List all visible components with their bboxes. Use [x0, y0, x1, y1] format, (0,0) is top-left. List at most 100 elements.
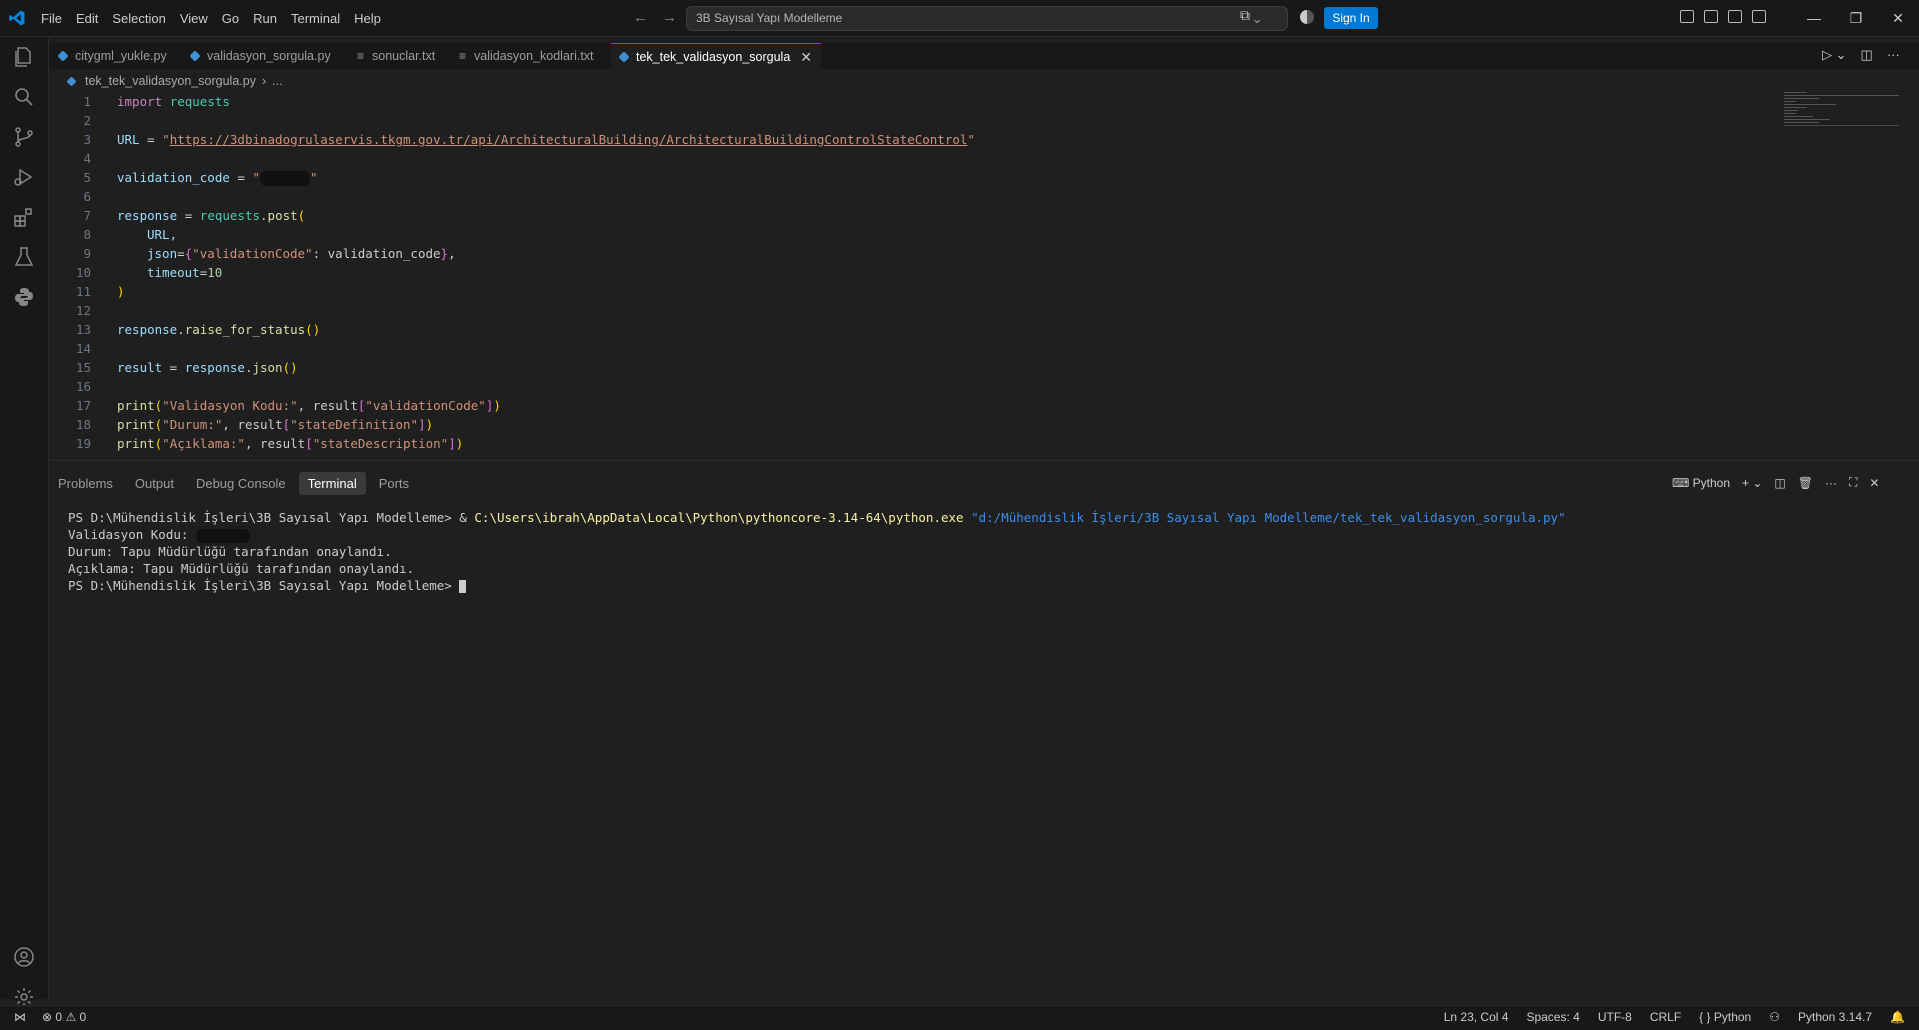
- terminal-line: Durum: Tapu Müdürlüğü tarafından onaylan…: [68, 544, 392, 559]
- status-bar-left: ⋈ ⊗ 0 ⚠ 0: [14, 1010, 86, 1024]
- more-actions-icon[interactable]: ···: [1887, 47, 1900, 63]
- kill-terminal-trash-icon[interactable]: 🗑: [1798, 476, 1813, 490]
- window-controls: — ❐ ✕: [1793, 0, 1919, 36]
- new-terminal-icon[interactable]: + ⌄: [1742, 476, 1762, 490]
- toggle-primary-sidebar-icon[interactable]: [1704, 10, 1718, 23]
- status-bar-right: Ln 23, Col 4 Spaces: 4 UTF-8 CRLF { } Py…: [1444, 1010, 1905, 1024]
- tab-ports[interactable]: Ports: [370, 472, 418, 495]
- tab-label: validasyon_kodlari.txt: [474, 49, 594, 63]
- maximize-panel-icon[interactable]: ⛶: [1849, 475, 1857, 490]
- code-line: result = response.json(): [117, 360, 298, 375]
- tab-validasyon-sorgula[interactable]: validasyon_sorgula.py: [189, 43, 331, 69]
- cursor-position[interactable]: Ln 23, Col 4: [1444, 1010, 1509, 1024]
- tab-terminal[interactable]: Terminal: [298, 471, 366, 495]
- breadcrumb-file[interactable]: tek_tek_validasyon_sorgula.py: [85, 74, 256, 88]
- run-python-file-icon[interactable]: ▷ ⌄: [1822, 47, 1847, 63]
- menu-run[interactable]: Run: [246, 11, 284, 26]
- python-file-icon: [66, 76, 77, 86]
- line-number: 19: [75, 436, 91, 451]
- terminal-line: Validasyon Kodu:: [68, 527, 1566, 544]
- close-panel-icon[interactable]: ✕: [1869, 476, 1879, 490]
- accounts-status-icon[interactable]: [1300, 10, 1314, 24]
- text-file-icon: ≡: [459, 49, 467, 63]
- back-arrow-icon[interactable]: ←: [633, 9, 648, 26]
- forward-arrow-icon[interactable]: →: [662, 9, 677, 26]
- line-number: 17: [75, 398, 91, 413]
- menu-selection[interactable]: Selection: [105, 11, 172, 26]
- menu-file[interactable]: File: [34, 11, 69, 26]
- minimize-icon[interactable]: —: [1793, 0, 1835, 36]
- menu-go[interactable]: Go: [215, 11, 246, 26]
- tab-output[interactable]: Output: [126, 472, 183, 495]
- search-icon[interactable]: [0, 77, 48, 117]
- notifications-bell-icon[interactable]: 🔔: [1890, 1010, 1905, 1024]
- tab-label: sonuclar.txt: [372, 49, 436, 63]
- menu-bar: File Edit Selection View Go Run Terminal…: [34, 0, 388, 36]
- line-number: 11: [75, 284, 91, 299]
- menu-view[interactable]: View: [173, 11, 215, 26]
- code-editor[interactable]: 1 import requests 2 3 URL = "https://3dbin…: [49, 94, 1789, 456]
- terminal-icon: ⌨: [1672, 475, 1693, 490]
- code-line: response = requests.post(: [117, 208, 306, 223]
- copilot-status-icon[interactable]: ⚇: [1769, 1010, 1780, 1024]
- restore-icon[interactable]: ❐: [1835, 0, 1877, 36]
- end-of-line[interactable]: CRLF: [1650, 1010, 1681, 1024]
- toggle-panel-icon[interactable]: [1728, 10, 1742, 23]
- tab-problems[interactable]: Problems: [49, 472, 122, 495]
- copilot-icon[interactable]: ⧉ ⌄: [1240, 7, 1261, 24]
- line-number: 1: [83, 94, 91, 109]
- testing-icon[interactable]: [0, 237, 48, 277]
- code-line: URL,: [147, 227, 178, 242]
- sign-in-button[interactable]: Sign In: [1324, 7, 1378, 29]
- tab-validasyon-kodlari[interactable]: ≡ validasyon_kodlari.txt: [459, 43, 594, 69]
- vscode-logo-icon: [9, 10, 25, 26]
- activity-bar: [0, 37, 49, 1006]
- tab-label: tek_tek_validasyon_sorgula: [636, 50, 791, 64]
- command-center-search[interactable]: 3B Sayısal Yapı Modelleme: [686, 6, 1288, 31]
- customize-layout-icon[interactable]: [1680, 10, 1694, 23]
- problems-status[interactable]: ⊗ 0 ⚠ 0: [42, 1010, 86, 1024]
- python-file-icon: [189, 50, 201, 62]
- accounts-icon[interactable]: [0, 937, 48, 977]
- line-number: 12: [75, 303, 91, 318]
- tab-citygml-yukle[interactable]: citygml_yukle.py: [57, 43, 167, 69]
- menu-help[interactable]: Help: [347, 11, 388, 26]
- tab-sonuclar[interactable]: ≡ sonuclar.txt: [357, 43, 435, 69]
- source-control-icon[interactable]: [0, 117, 48, 157]
- error-icon: ⊗: [42, 1010, 53, 1024]
- chevron-right-icon: ›: [261, 74, 267, 88]
- terminal-profile[interactable]: ⌨ Python: [1672, 476, 1730, 490]
- more-actions-icon[interactable]: ···: [1825, 476, 1837, 490]
- encoding[interactable]: UTF-8: [1598, 1010, 1632, 1024]
- title-bar: File Edit Selection View Go Run Terminal…: [0, 0, 1919, 37]
- close-tab-icon[interactable]: ✕: [800, 49, 812, 66]
- menu-terminal[interactable]: Terminal: [284, 11, 347, 26]
- line-number: 16: [75, 379, 91, 394]
- minimap[interactable]: [1784, 92, 1899, 142]
- line-number: 18: [75, 417, 91, 432]
- menu-edit[interactable]: Edit: [69, 11, 105, 26]
- explorer-icon[interactable]: [0, 37, 48, 77]
- split-terminal-icon[interactable]: ◫: [1774, 476, 1785, 490]
- line-number: 4: [83, 151, 91, 166]
- url-link[interactable]: https://3dbinadogrulaservis.tkgm.gov.tr/…: [170, 132, 968, 147]
- line-number: 10: [75, 265, 91, 280]
- indentation[interactable]: Spaces: 4: [1526, 1010, 1579, 1024]
- python-interpreter[interactable]: Python 3.14.7: [1798, 1010, 1872, 1024]
- split-editor-icon[interactable]: ◫: [1861, 47, 1873, 63]
- code-line: json={"validationCode": validation_code}…: [147, 246, 456, 261]
- tab-tek-tek-validasyon-sorgula[interactable]: tek_tek_validasyon_sorgula ✕: [611, 43, 822, 70]
- terminal-output[interactable]: PS D:\Mühendislik İşleri\3B Sayısal Yapı…: [68, 510, 1566, 595]
- python-icon[interactable]: [0, 277, 48, 317]
- language-mode[interactable]: { } Python: [1699, 1010, 1751, 1024]
- breadcrumb-symbol[interactable]: ...: [272, 74, 282, 88]
- extensions-icon[interactable]: [0, 197, 48, 237]
- toggle-secondary-sidebar-icon[interactable]: [1752, 10, 1766, 23]
- close-window-icon[interactable]: ✕: [1877, 0, 1919, 36]
- panel-sash[interactable]: [49, 460, 1919, 461]
- remote-indicator-icon[interactable]: ⋈: [14, 1010, 26, 1024]
- run-debug-icon[interactable]: [0, 157, 48, 197]
- redacted-value: [260, 171, 310, 186]
- tab-debug-console[interactable]: Debug Console: [187, 472, 295, 495]
- code-line: print("Açıklama:", result["stateDescript…: [117, 436, 464, 451]
